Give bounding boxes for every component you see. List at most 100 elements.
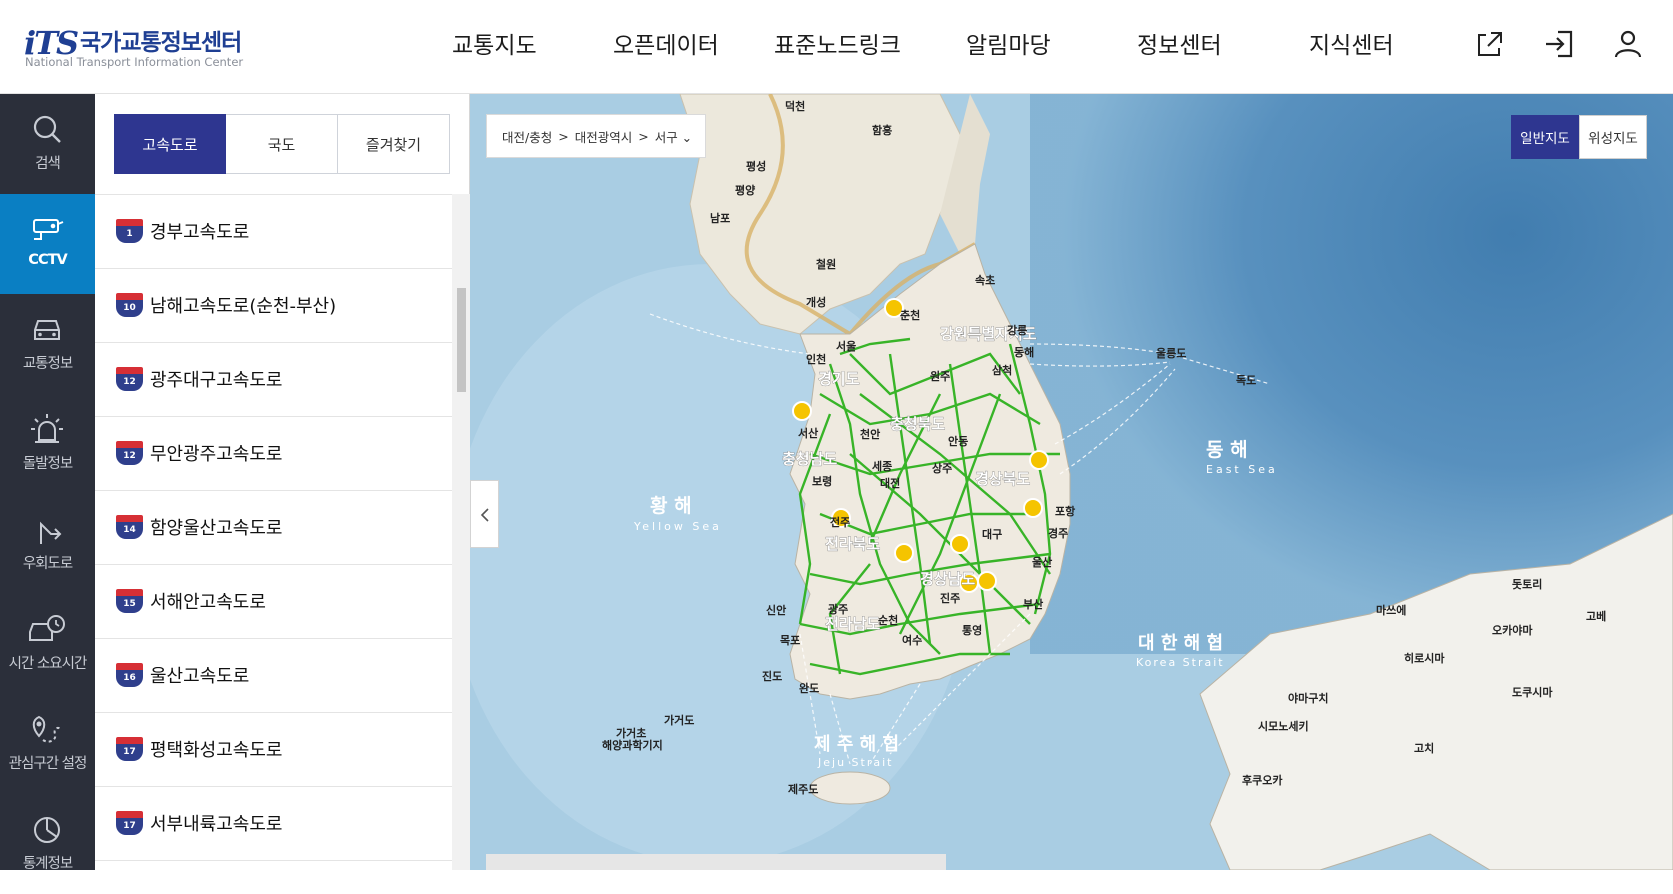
yellow-sea-label: 황 해 <box>650 494 692 517</box>
map-scale-bar <box>486 854 946 870</box>
sidebar-item-detour[interactable]: 우회도로 <box>0 494 95 594</box>
map-breadcrumb[interactable]: 대전/충청 > 대전광역시 > 서구 ⌄ <box>486 114 706 158</box>
map-canvas[interactable]: 동 해 East Sea 황 해 Yellow Sea 대 한 해 협 Kore… <box>470 94 1673 870</box>
sidebar-item-traffic-info[interactable]: 교통정보 <box>0 294 95 394</box>
car-clock-icon <box>29 615 65 641</box>
city-label: 대전 <box>880 476 900 490</box>
city-label: 대구 <box>982 527 1002 541</box>
city-label: 야마구치 <box>1288 691 1328 705</box>
city-label: 서울 <box>836 339 856 353</box>
cctv-icon <box>33 219 64 240</box>
korea-strait-label: 대 한 해 협 <box>1138 632 1223 654</box>
sidebar-item-incident[interactable]: 돌발정보 <box>0 394 95 494</box>
breadcrumb-district[interactable]: 서구 ⌄ <box>655 127 692 146</box>
city-label: 가거도 <box>664 713 694 727</box>
road-name: 함양울산고속도로 <box>150 518 283 539</box>
city-label: 해양과학기지 <box>602 738 663 752</box>
sidebar-item-interest-section[interactable]: 관심구간 설정 <box>0 694 95 794</box>
list-item[interactable]: 17 서부내륙고속도로 <box>95 787 452 861</box>
expressway-list: 1 경부고속도로 10 남해고속도로(순천-부산) 12 광주대구고속도로 12… <box>95 194 452 870</box>
road-name: 광주대구고속도로 <box>150 370 283 391</box>
region-label: 전라남도 <box>825 615 880 633</box>
route-shield-icon: 17 <box>116 737 143 764</box>
city-label: 도쿠시마 <box>1512 685 1553 699</box>
logo[interactable]: iTS 국가교통정보센터 National Transport Informat… <box>24 22 264 72</box>
city-label: 부산 <box>1023 597 1043 611</box>
traffic-map[interactable]: 동 해 East Sea 황 해 Yellow Sea 대 한 해 협 Kore… <box>470 94 1673 870</box>
left-icon-bar: 검색 CCTV 교통정보 돌발정보 우회도로 시간 소요시간 관심구간 설정 통… <box>0 94 95 872</box>
city-label: 속초 <box>975 274 995 287</box>
tab-expressway[interactable]: 고속도로 <box>114 114 226 174</box>
nav-knowledge-center[interactable]: 지식센터 <box>1309 26 1394 60</box>
region-label: 경기도 <box>818 370 860 388</box>
city-label: 포항 <box>1055 504 1075 518</box>
city-label: 원주 <box>930 369 950 383</box>
breadcrumb-city[interactable]: 대전광역시 <box>575 127 633 146</box>
sidebar-item-label: 시간 소요시간 <box>8 656 88 672</box>
tab-favorites[interactable]: 즐겨찾기 <box>338 114 450 174</box>
scroll-thumb[interactable] <box>457 288 466 392</box>
city-label: 경주 <box>1048 526 1068 540</box>
city-label: 진주 <box>940 591 960 605</box>
sidebar-item-statistics[interactable]: 통계정보 <box>0 794 95 894</box>
route-shield-icon: 16 <box>116 663 143 690</box>
list-item[interactable]: 1 경부고속도로 <box>95 195 452 269</box>
list-item[interactable]: 14 함양울산고속도로 <box>95 491 452 565</box>
sidebar-item-label: 교통정보 <box>22 356 73 372</box>
region-label: 충청북도 <box>890 415 945 433</box>
nav-info-center[interactable]: 정보센터 <box>1137 26 1222 60</box>
map-type-toggle: 일반지도 위성지도 <box>1511 115 1647 159</box>
road-name: 평택화성고속도로 <box>150 740 283 761</box>
city-label: 동해 <box>1014 345 1034 359</box>
list-item[interactable]: 16 울산고속도로 <box>95 639 452 713</box>
route-shield-icon: 14 <box>116 515 143 542</box>
list-item[interactable]: 10 남해고속도로(순천-부산) <box>95 269 452 343</box>
city-label: 남포 <box>710 212 730 225</box>
sidebar-item-label: 돌발정보 <box>22 456 73 472</box>
city-label: 돗토리 <box>1512 577 1542 591</box>
city-label: 광주 <box>828 603 848 616</box>
city-label: 순천 <box>878 613 898 627</box>
normal-map-button[interactable]: 일반지도 <box>1511 115 1579 159</box>
panel-collapse-button[interactable] <box>470 480 499 548</box>
list-item[interactable]: 17 평택화성고속도로 <box>95 713 452 787</box>
city-label: 세종 <box>872 459 892 473</box>
region-label: 전라북도 <box>825 535 880 553</box>
nav-traffic-map[interactable]: 교통지도 <box>452 26 537 60</box>
east-sea-label: 동 해 <box>1206 439 1248 461</box>
road-name: 경부고속도로 <box>150 222 250 243</box>
user-icon[interactable] <box>1610 26 1646 62</box>
region-label: 충청남도 <box>782 450 837 468</box>
sidebar-item-travel-time[interactable]: 시간 소요시간 <box>0 594 95 694</box>
logo-subtitle: National Transport Information Center <box>25 55 244 69</box>
city-label: 제주도 <box>788 782 818 796</box>
nav-open-data[interactable]: 오픈데이터 <box>613 26 719 60</box>
city-label: 평양 <box>735 183 755 197</box>
city-label: 후쿠오카 <box>1242 773 1282 787</box>
sidebar-item-cctv[interactable]: CCTV <box>0 194 95 294</box>
road-type-tabs: 고속도로 국도 즐겨찾기 <box>114 114 450 174</box>
list-scrollbar[interactable] <box>452 194 470 870</box>
city-label: 여수 <box>902 633 922 647</box>
login-icon[interactable] <box>1541 26 1577 62</box>
external-link-icon[interactable] <box>1472 26 1508 62</box>
list-item[interactable]: 15 서해안고속도로 <box>95 565 452 639</box>
yellow-sea-en-label: Yellow Sea <box>633 520 722 533</box>
city-label: 강릉 <box>1007 323 1027 337</box>
city-label: 시모노세키 <box>1258 719 1309 733</box>
list-item[interactable]: 12 무안광주고속도로 <box>95 417 452 491</box>
sidebar-item-label: 관심구간 설정 <box>8 756 88 772</box>
alert-siren-icon <box>31 414 63 443</box>
satellite-map-button[interactable]: 위성지도 <box>1579 115 1647 159</box>
breadcrumb-region[interactable]: 대전/충청 <box>502 127 552 146</box>
city-label: 철원 <box>816 257 836 271</box>
nav-standard-node-link[interactable]: 표준노드링크 <box>774 26 901 60</box>
sidebar-item-label: 검색 <box>35 156 61 172</box>
list-item[interactable]: 12 광주대구고속도로 <box>95 343 452 417</box>
sidebar-item-label: 우회도로 <box>22 556 73 572</box>
sidebar-item-search[interactable]: 검색 <box>0 94 95 194</box>
tab-national-road[interactable]: 국도 <box>226 114 338 174</box>
city-label: 가거초 <box>616 726 646 740</box>
location-route-icon <box>32 715 62 743</box>
nav-notice[interactable]: 알림마당 <box>966 26 1051 60</box>
